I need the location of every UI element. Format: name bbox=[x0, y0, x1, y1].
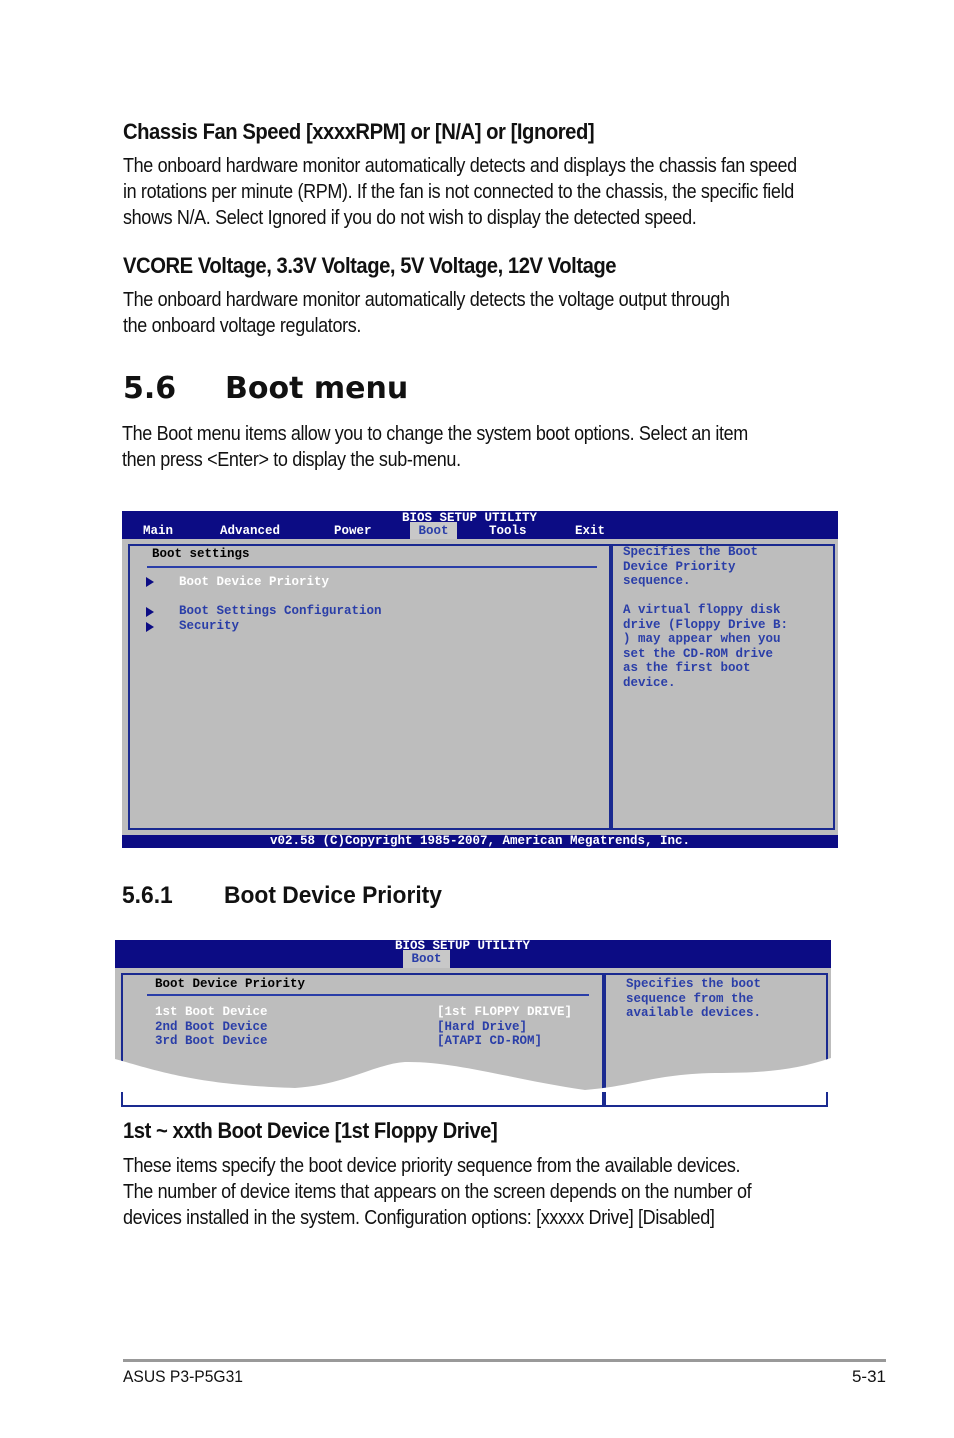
divider bbox=[147, 566, 597, 568]
help-line: Device Priority bbox=[623, 559, 736, 574]
paragraph-boot-device-option: These items specify the boot device prio… bbox=[123, 1153, 752, 1231]
text-line: in rotations per minute (RPM). If the fa… bbox=[123, 181, 794, 203]
bios-help-text: Specifies the Boot Device Priority seque… bbox=[623, 545, 788, 690]
text-line: devices installed in the system. Configu… bbox=[123, 1207, 715, 1229]
tab-advanced[interactable]: Advanced bbox=[220, 524, 280, 538]
help-line: Specifies the Boot bbox=[623, 545, 759, 559]
help-line: drive (Floppy Drive B: bbox=[623, 617, 789, 632]
tab-power[interactable]: Power bbox=[334, 524, 372, 538]
heading-voltage: VCORE Voltage, 3.3V Voltage, 5V Voltage,… bbox=[123, 253, 617, 278]
paragraph-chassis-fan: The onboard hardware monitor automatical… bbox=[123, 153, 797, 231]
help-line: set the CD-ROM drive bbox=[623, 646, 774, 661]
help-spacer bbox=[623, 589, 788, 604]
text-line: The onboard hardware monitor automatical… bbox=[123, 155, 797, 177]
paragraph-voltage: The onboard hardware monitor automatical… bbox=[123, 287, 730, 339]
torn-edge bbox=[115, 1058, 831, 1092]
help-line: ) may appear when you bbox=[623, 632, 781, 646]
heading-chassis-fan-speed: Chassis Fan Speed [xxxxRPM] or [N/A] or … bbox=[123, 119, 595, 144]
text-line: shows N/A. Select Ignored if you do not … bbox=[123, 207, 697, 229]
text-line: the onboard voltage regulators. bbox=[123, 315, 362, 337]
text-line: then press <Enter> to display the sub-me… bbox=[122, 449, 461, 471]
help-line: A virtual floppy disk bbox=[623, 603, 781, 617]
heading-boot-device-option: 1st ~ xxth Boot Device [1st Floppy Drive… bbox=[123, 1118, 498, 1143]
subsection-number: 5.6.1 bbox=[122, 882, 173, 909]
tab-boot[interactable]: Boot bbox=[410, 522, 457, 539]
menu-item-security[interactable]: Security bbox=[179, 619, 239, 633]
subsection-title: Boot Device Priority bbox=[224, 882, 442, 909]
tab-exit[interactable]: Exit bbox=[575, 524, 605, 538]
bios-section-title: Boot settings bbox=[152, 547, 250, 561]
page-title: Boot menu bbox=[225, 371, 409, 406]
text-line: The number of device items that appears … bbox=[123, 1181, 752, 1203]
footer-product: ASUS P3-P5G31 bbox=[123, 1367, 243, 1386]
text-line: These items specify the boot device prio… bbox=[123, 1155, 741, 1177]
submenu-arrow-icon bbox=[146, 622, 154, 632]
bios-header: BIOS SETUP UTILITY Main Advanced Power B… bbox=[122, 511, 838, 539]
help-line: device. bbox=[623, 675, 676, 690]
menu-item-boot-settings-configuration[interactable]: Boot Settings Configuration bbox=[179, 604, 382, 618]
submenu-arrow-icon bbox=[146, 607, 154, 617]
menu-item-boot-device-priority[interactable]: Boot Device Priority bbox=[179, 575, 329, 589]
submenu-arrow-icon bbox=[146, 577, 154, 587]
tab-tools[interactable]: Tools bbox=[489, 524, 527, 538]
paragraph-boot-menu: The Boot menu items allow you to change … bbox=[122, 421, 748, 473]
section-number: 5.6 bbox=[123, 371, 177, 406]
bios-footer: v02.58 (C)Copyright 1985-2007, American … bbox=[122, 834, 838, 848]
tab-main[interactable]: Main bbox=[143, 524, 173, 538]
bios-screen-boot-menu: BIOS SETUP UTILITY Main Advanced Power B… bbox=[122, 511, 838, 848]
text-line: The Boot menu items allow you to change … bbox=[122, 423, 748, 445]
bios-screen-boot-device-priority: BIOS SETUP UTILITY Boot Boot Device Prio… bbox=[115, 939, 831, 1107]
footer-rule bbox=[123, 1359, 886, 1362]
copyright-text: v02.58 (C)Copyright 1985-2007, American … bbox=[269, 834, 691, 848]
page-number: 5-31 bbox=[851, 1367, 886, 1386]
text-line: The onboard hardware monitor automatical… bbox=[123, 289, 730, 311]
help-line: sequence. bbox=[623, 574, 691, 588]
help-line: as the first boot bbox=[623, 661, 751, 675]
